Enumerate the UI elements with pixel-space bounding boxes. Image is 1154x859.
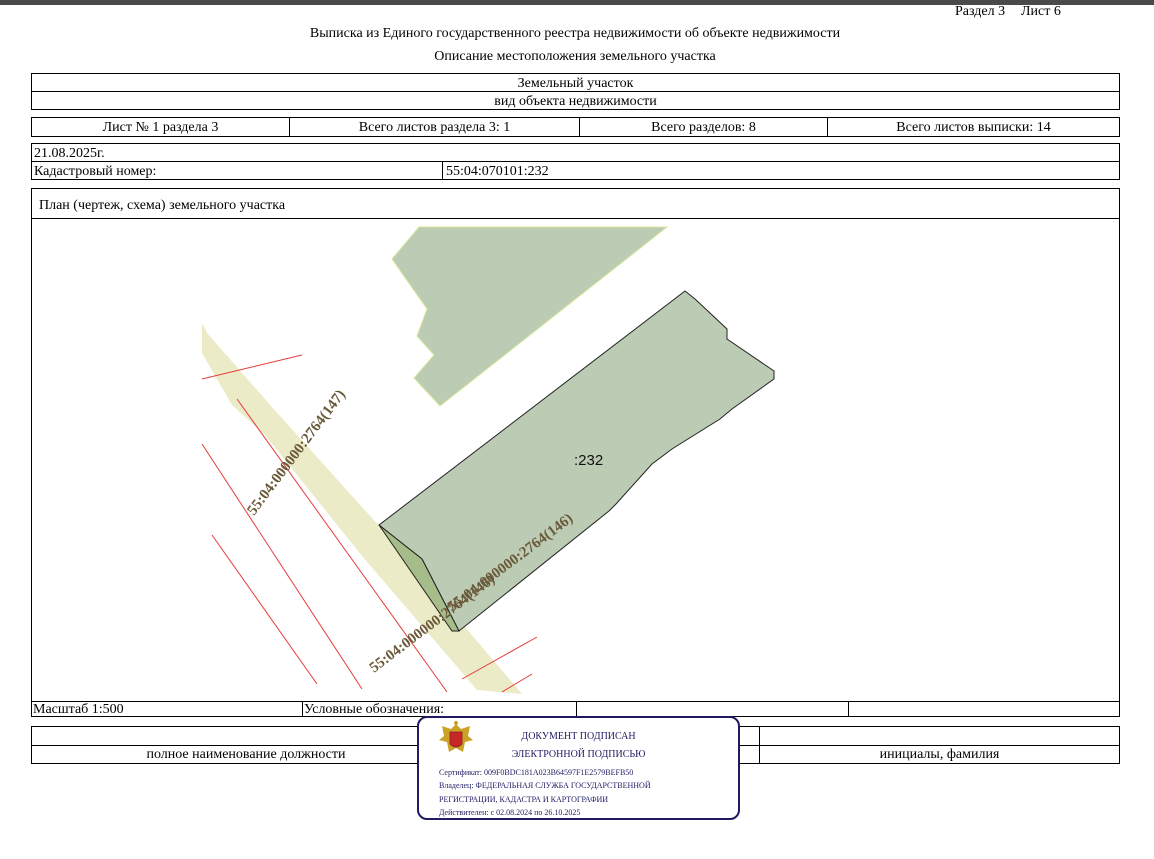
position-caption: полное наименование должности <box>146 747 346 762</box>
stamp-owner-1: Владелец: ФЕДЕРАЛЬНАЯ СЛУЖБА ГОСУДАРСТВЕ… <box>439 781 651 790</box>
plan-drawing: :232 55:04:000000:2764(147) 55:04:000000… <box>201 226 775 694</box>
scale-label: Масштаб 1:500 <box>33 702 124 717</box>
stamp-validity: Действителен: с 02.08.2024 по 26.10.2025 <box>439 808 581 817</box>
plan-title: План (чертеж, схема) земельного участка <box>39 198 286 213</box>
legend-label: Условные обозначения: <box>304 702 445 717</box>
cadastral-number-label: Кадастровый номер: <box>34 164 157 179</box>
object-type-value: Земельный участок <box>517 76 634 91</box>
name-caption: инициалы, фамилия <box>879 747 1000 762</box>
object-type-box: Земельный участок вид объекта недвижимос… <box>31 73 1120 110</box>
sheet-number: Лист 6 <box>1021 4 1061 19</box>
stamp-line-2: ЭЛЕКТРОННОЙ ПОДПИСЬЮ <box>511 749 646 760</box>
electronic-signature-stamp: ДОКУМЕНТ ПОДПИСАН ЭЛЕКТРОННОЙ ПОДПИСЬЮ С… <box>417 716 740 820</box>
total-extract-sheets: Всего листов выписки: 14 <box>896 120 1051 135</box>
legend-row: Масштаб 1:500 Условные обозначения: <box>31 701 1120 717</box>
extract-date: 21.08.2025г. <box>34 146 105 161</box>
document-title: Выписка из Единого государственного реес… <box>309 26 841 41</box>
stamp-owner-2: РЕГИСТРАЦИИ, КАДАСТРА И КАРТОГРАФИИ <box>439 795 609 804</box>
cadastral-number-value: 55:04:070101:232 <box>446 164 549 179</box>
object-type-caption: вид объекта недвижимости <box>494 94 657 109</box>
date-cadastral-box: 21.08.2025г. Кадастровый номер: 55:04:07… <box>31 143 1120 180</box>
parcel-label: :232 <box>574 452 603 469</box>
sheets-row: Лист № 1 раздела 3 Всего листов раздела … <box>31 117 1120 137</box>
stamp-certificate: Сертификат: 009F0BDC181A023B64597F1E2579… <box>439 768 634 777</box>
total-sections: Всего разделов: 8 <box>651 120 756 135</box>
total-section-sheets: Всего листов раздела 3: 1 <box>358 120 511 135</box>
section-number: Раздел 3 <box>955 4 1006 19</box>
document-subtitle: Описание местоположения земельного участ… <box>434 49 716 64</box>
sheet-of-section: Лист № 1 раздела 3 <box>102 120 219 135</box>
stamp-line-1: ДОКУМЕНТ ПОДПИСАН <box>521 731 636 742</box>
